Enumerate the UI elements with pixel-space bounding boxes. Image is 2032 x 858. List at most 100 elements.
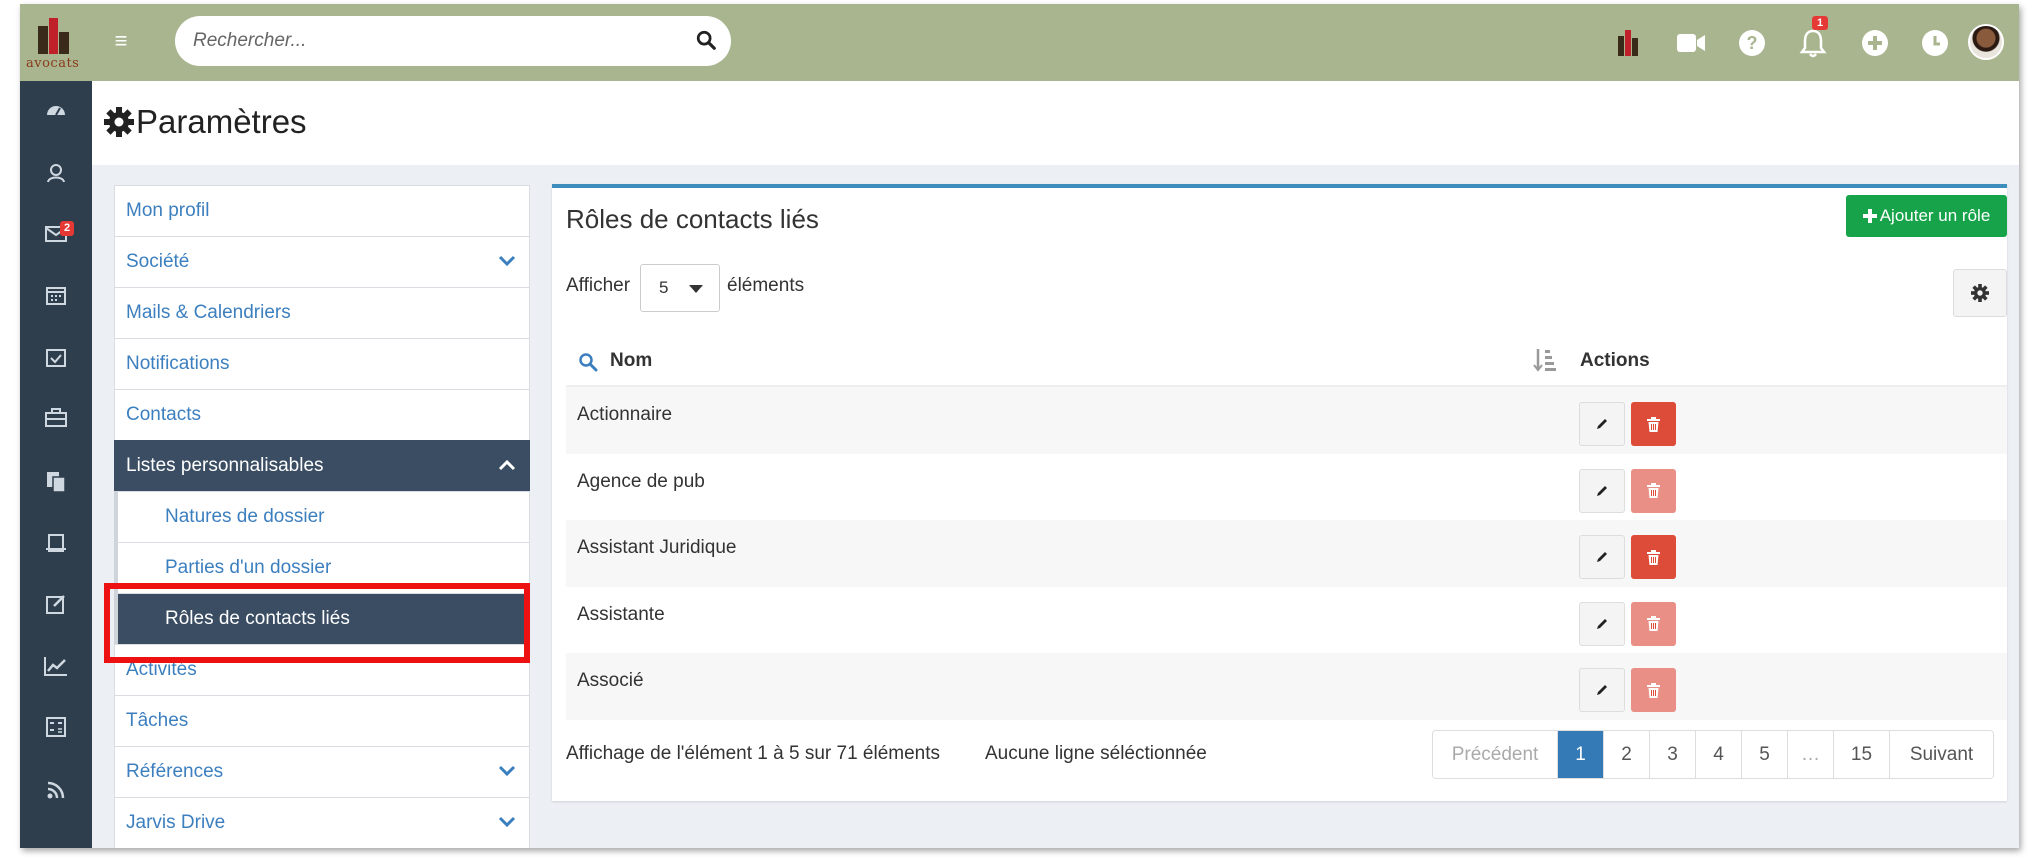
notification-badge: 1 bbox=[1812, 16, 1829, 30]
pencil-icon bbox=[1597, 552, 1607, 562]
menu-item-label: Tâches bbox=[126, 710, 189, 731]
help-icon[interactable]: ? bbox=[1735, 26, 1769, 60]
clock-icon[interactable] bbox=[1918, 26, 1952, 60]
billing-icon[interactable] bbox=[40, 527, 72, 559]
edit-button[interactable] bbox=[1579, 535, 1625, 579]
edit-button[interactable] bbox=[1579, 601, 1625, 646]
table-header: Nom Actions bbox=[566, 334, 2007, 387]
column-header-name[interactable]: Nom bbox=[610, 350, 652, 372]
plus-icon bbox=[1862, 209, 1877, 223]
trash-icon bbox=[1647, 416, 1660, 432]
edit-button[interactable] bbox=[1579, 402, 1625, 446]
user-avatar[interactable] bbox=[1968, 24, 2004, 60]
menu-item-references[interactable]: Références bbox=[114, 746, 530, 797]
pagination-page[interactable]: 5 bbox=[1742, 731, 1788, 778]
delete-button[interactable] bbox=[1631, 402, 1676, 446]
table-row[interactable]: Agence de pub bbox=[566, 454, 2007, 521]
show-label: Afficher bbox=[566, 275, 631, 296]
role-name: Agence de pub bbox=[577, 470, 705, 492]
logo-mini-icon[interactable] bbox=[1611, 26, 1645, 60]
chart-icon[interactable] bbox=[40, 650, 72, 682]
delete-button[interactable] bbox=[1631, 535, 1676, 579]
menu-item-mails-calendriers[interactable]: Mails & Calendriers bbox=[114, 287, 530, 338]
pagination-previous: Précédent bbox=[1433, 731, 1558, 778]
calendar-icon[interactable] bbox=[40, 279, 72, 311]
rss-icon[interactable] bbox=[40, 774, 72, 806]
table-row[interactable]: Actionnaire bbox=[566, 387, 2007, 454]
role-name: Assistant Juridique bbox=[577, 537, 737, 558]
page-header: Paramètres bbox=[92, 81, 2019, 165]
menu-item-taches[interactable]: Tâches bbox=[114, 695, 530, 746]
role-name: Associé bbox=[577, 670, 644, 691]
pagination-page[interactable]: 3 bbox=[1650, 731, 1696, 778]
contacts-icon[interactable] bbox=[40, 157, 72, 189]
menu-item-listes-personnalisables[interactable]: Listes personnalisables bbox=[114, 440, 530, 491]
menu-item-label: Société bbox=[126, 251, 190, 272]
edit-button[interactable] bbox=[1579, 468, 1625, 513]
menu-item-societe[interactable]: Société bbox=[114, 236, 530, 287]
sort-icon[interactable] bbox=[1533, 347, 1557, 373]
page-title: Paramètres bbox=[136, 103, 307, 140]
dashboard-icon[interactable] bbox=[40, 95, 72, 127]
pagination-page[interactable]: 1 bbox=[1558, 731, 1604, 778]
elements-label: éléments bbox=[727, 275, 805, 296]
caret-down-icon bbox=[689, 285, 703, 293]
tasks-icon[interactable] bbox=[40, 341, 72, 373]
pagination-page[interactable]: 15 bbox=[1834, 731, 1890, 778]
selection-info: Aucune ligne séléctionnée bbox=[985, 743, 1207, 764]
top-bar: avocats ≡ ? bbox=[20, 4, 2019, 81]
delete-button[interactable] bbox=[1631, 601, 1676, 646]
pencil-icon bbox=[1597, 618, 1607, 629]
menu-item-contacts[interactable]: Contacts bbox=[114, 389, 530, 440]
pencil-icon bbox=[1597, 685, 1607, 695]
roles-table: Nom Actions Actionnaire Agence de pub Assi… bbox=[566, 334, 2007, 720]
search-icon[interactable] bbox=[578, 352, 598, 372]
roles-panel: Rôles de contacts liés Ajouter un rôle A… bbox=[552, 184, 2007, 801]
menu-item-notifications[interactable]: Notifications bbox=[114, 338, 530, 389]
menu-item-label: Notifications bbox=[126, 353, 230, 374]
search-bar bbox=[175, 16, 731, 66]
table-row[interactable]: Assistante bbox=[566, 587, 2007, 654]
add-role-button[interactable]: Ajouter un rôle bbox=[1846, 195, 2007, 237]
menu-item-natures-de-dossier[interactable]: Natures de dossier bbox=[114, 491, 530, 542]
pagination-page[interactable]: 4 bbox=[1696, 731, 1742, 778]
calculator-icon[interactable] bbox=[40, 711, 72, 743]
menu-item-label: Listes personnalisables bbox=[126, 455, 324, 476]
pagination: Précédent 1 2 3 4 5… 15 Suivant bbox=[1432, 730, 1994, 779]
svg-text:?: ? bbox=[1747, 33, 1758, 53]
pencil-icon bbox=[1597, 485, 1607, 496]
delete-button[interactable] bbox=[1631, 468, 1676, 513]
bell-icon[interactable] bbox=[1796, 26, 1830, 60]
gear-icon bbox=[104, 107, 134, 137]
table-body: Actionnaire Agence de pub Assistant Juridi… bbox=[566, 387, 2007, 720]
table-row[interactable]: Associé bbox=[566, 653, 2007, 720]
role-name: Assistante bbox=[577, 603, 665, 625]
settings-menu: Mon profil Société Mails & Calendriers N… bbox=[114, 185, 530, 848]
edit-icon[interactable] bbox=[40, 588, 72, 620]
edit-button[interactable] bbox=[1579, 668, 1625, 712]
highlight-box bbox=[104, 583, 530, 663]
page-length-select[interactable]: 5 bbox=[640, 264, 720, 312]
pencil-icon bbox=[1597, 419, 1607, 429]
menu-item-label: Parties d'un dossier bbox=[165, 557, 332, 578]
hamburger-menu-icon[interactable]: ≡ bbox=[110, 30, 132, 52]
briefcase-icon[interactable] bbox=[40, 402, 72, 434]
documents-icon[interactable] bbox=[40, 466, 72, 498]
pagination-next[interactable]: Suivant bbox=[1890, 731, 1993, 778]
delete-button[interactable] bbox=[1631, 668, 1676, 712]
pagination-page[interactable]: 2 bbox=[1604, 731, 1650, 778]
chevron-up-icon bbox=[498, 459, 516, 471]
table-row[interactable]: Assistant Juridique bbox=[566, 520, 2007, 587]
gear-icon bbox=[1971, 284, 1989, 302]
menu-item-jarvis-drive[interactable]: Jarvis Drive bbox=[114, 797, 530, 848]
video-icon[interactable] bbox=[1674, 26, 1708, 60]
search-input[interactable] bbox=[193, 28, 673, 54]
logo-mark bbox=[36, 18, 74, 54]
trash-icon bbox=[1647, 682, 1660, 698]
chevron-down-icon bbox=[498, 816, 516, 828]
menu-item-mon-profil[interactable]: Mon profil bbox=[114, 185, 530, 236]
search-icon[interactable] bbox=[695, 29, 717, 51]
app-logo[interactable]: avocats bbox=[20, 4, 92, 81]
table-settings-button[interactable] bbox=[1953, 269, 2007, 317]
plus-circle-icon[interactable] bbox=[1858, 26, 1892, 60]
